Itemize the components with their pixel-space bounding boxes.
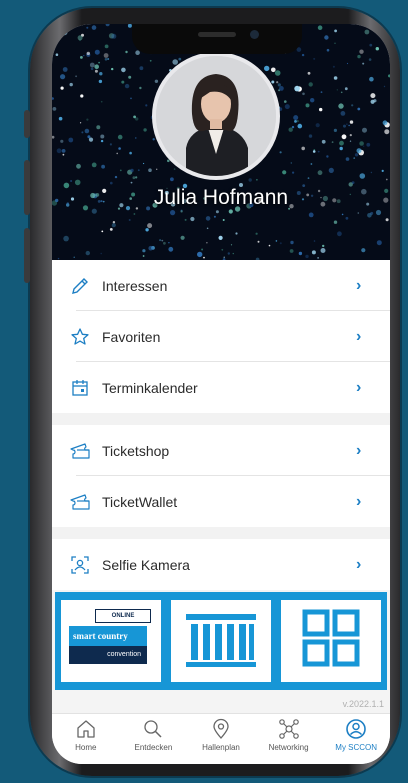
tab-label: Entdecken <box>134 743 173 752</box>
app-screen: Julia Hofmann Interessen › Favoriten › T… <box>52 24 390 764</box>
tab-hallenplan[interactable]: Hallenplan <box>187 714 255 764</box>
chevron-right-icon: › <box>356 378 362 396</box>
convention-label: convention <box>69 646 147 664</box>
chevron-right-icon: › <box>356 327 362 345</box>
profile-header: Julia Hofmann <box>52 24 390 260</box>
menu-item-label: TicketWallet <box>102 493 178 510</box>
menu-item-favoriten[interactable]: Favoriten › <box>52 311 390 362</box>
bottom-tab-bar: Home Entdecken Hallenplan Networking My … <box>52 713 390 764</box>
tab-entdecken[interactable]: Entdecken <box>120 714 188 764</box>
pencil-icon <box>68 274 92 298</box>
menu-item-label: Favoriten <box>102 328 161 345</box>
smart-country-convention-logo[interactable]: ONLINE smart country convention <box>61 600 161 682</box>
app-version: v.2022.1.1 <box>342 699 384 709</box>
online-label: ONLINE <box>95 609 151 623</box>
tab-label: Hallenplan <box>202 743 240 752</box>
smart-country-label: smart country <box>69 626 147 646</box>
chevron-right-icon: › <box>356 441 362 459</box>
tab-label: Networking <box>268 743 309 752</box>
promo-banner[interactable]: ONLINE smart country convention <box>55 592 387 690</box>
person-photo <box>156 56 276 176</box>
menu-item-label: Ticketshop <box>102 442 170 459</box>
tab-networking[interactable]: Networking <box>255 714 323 764</box>
chevron-right-icon: › <box>356 492 362 510</box>
chevron-right-icon: › <box>356 276 362 294</box>
profile-menu: Interessen › Favoriten › Terminkalender … <box>52 260 390 590</box>
volume-down-button <box>24 228 30 283</box>
menu-item-selfie-kamera[interactable]: Selfie Kamera › <box>52 539 390 590</box>
chevron-right-icon: › <box>356 555 362 573</box>
home-icon <box>77 720 95 738</box>
avatar[interactable] <box>152 52 280 180</box>
selfie-camera-icon <box>68 553 92 577</box>
menu-item-label: Terminkalender <box>102 379 198 396</box>
tab-label: Home <box>75 743 97 752</box>
menu-item-terminkalender[interactable]: Terminkalender › <box>52 362 390 413</box>
menu-item-ticketwallet[interactable]: TicketWallet › <box>52 476 390 527</box>
menu-separator <box>52 527 390 539</box>
tab-label: My SCCON <box>335 743 378 752</box>
user-circle-icon <box>346 719 366 739</box>
phone-notch <box>132 24 302 54</box>
network-icon <box>278 719 299 739</box>
qr-code-icon[interactable] <box>281 600 381 682</box>
tab-home[interactable]: Home <box>52 714 120 764</box>
building-icon[interactable] <box>171 600 271 682</box>
star-icon <box>68 325 92 349</box>
menu-item-ticketshop[interactable]: Ticketshop › <box>52 425 390 476</box>
menu-item-label: Interessen <box>102 277 168 294</box>
mute-switch <box>24 110 30 138</box>
volume-up-button <box>24 160 30 215</box>
profile-name: Julia Hofmann <box>153 186 289 209</box>
menu-item-label: Selfie Kamera <box>102 556 190 573</box>
ticket-icon <box>68 490 92 514</box>
calendar-icon <box>68 376 92 400</box>
menu-separator <box>52 413 390 425</box>
location-pin-icon <box>213 718 229 739</box>
tab-my-sccon[interactable]: My SCCON <box>322 714 390 764</box>
ticket-icon <box>68 439 92 463</box>
menu-item-interessen[interactable]: Interessen › <box>52 260 390 311</box>
search-icon <box>144 720 162 738</box>
